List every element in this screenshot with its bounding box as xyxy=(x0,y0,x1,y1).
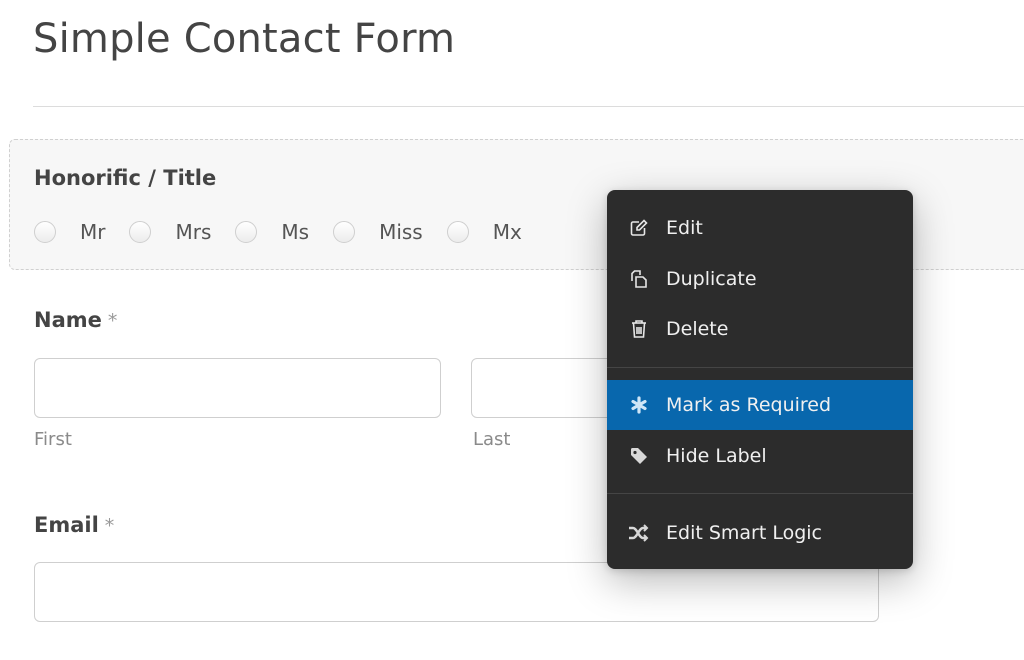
menu-item-label: Delete xyxy=(666,318,729,340)
radio-label: Miss xyxy=(379,220,423,244)
radio-label: Ms xyxy=(281,220,310,244)
menu-separator xyxy=(607,493,913,494)
required-marker: * xyxy=(107,310,118,332)
email-label: Email * xyxy=(34,513,114,537)
honorific-label: Honorific / Title xyxy=(34,166,217,190)
asterisk-icon xyxy=(627,393,651,417)
radio-button[interactable] xyxy=(446,221,469,243)
menu-item-delete[interactable]: Delete xyxy=(607,304,913,354)
menu-item-label: Hide Label xyxy=(666,445,767,467)
menu-item-edit-smart-logic[interactable]: Edit Smart Logic xyxy=(607,508,913,558)
menu-item-duplicate[interactable]: Duplicate xyxy=(607,254,913,304)
radio-button[interactable] xyxy=(235,221,258,243)
menu-item-mark-as-required[interactable]: Mark as Required xyxy=(607,380,913,430)
honorific-radio-group: Mr Mrs Ms Miss Mx xyxy=(34,220,546,244)
radio-option-mx[interactable]: Mx xyxy=(446,220,522,244)
shuffle-icon xyxy=(627,521,651,545)
trash-icon xyxy=(627,317,651,341)
first-name-input[interactable] xyxy=(34,358,441,418)
field-context-menu: Edit Duplicate Delete Mark as Required H… xyxy=(607,190,913,569)
name-label: Name * xyxy=(34,308,117,332)
email-input[interactable] xyxy=(34,562,879,622)
menu-item-hide-label[interactable]: Hide Label xyxy=(607,431,913,481)
menu-item-label: Edit Smart Logic xyxy=(666,522,823,544)
tag-icon xyxy=(627,444,651,468)
required-marker: * xyxy=(104,515,115,537)
menu-item-edit[interactable]: Edit xyxy=(607,203,913,253)
duplicate-icon xyxy=(627,267,651,291)
menu-item-label: Duplicate xyxy=(666,268,757,290)
menu-separator xyxy=(607,367,913,368)
radio-label: Mx xyxy=(492,220,522,244)
radio-button[interactable] xyxy=(333,221,356,243)
radio-option-miss[interactable]: Miss xyxy=(333,220,423,244)
first-name-sublabel: First xyxy=(34,429,72,450)
radio-option-mr[interactable]: Mr xyxy=(34,220,105,244)
radio-option-ms[interactable]: Ms xyxy=(235,220,309,244)
title-divider xyxy=(33,106,1024,107)
radio-label: Mrs xyxy=(175,220,212,244)
radio-button[interactable] xyxy=(129,221,152,243)
page-title: Simple Contact Form xyxy=(33,16,456,62)
menu-item-label: Mark as Required xyxy=(666,394,832,416)
radio-button[interactable] xyxy=(34,221,56,243)
radio-option-mrs[interactable]: Mrs xyxy=(129,220,211,244)
email-label-text: Email xyxy=(34,513,99,537)
last-name-sublabel: Last xyxy=(473,429,511,450)
edit-icon xyxy=(627,216,651,240)
radio-label: Mr xyxy=(80,220,106,244)
name-label-text: Name xyxy=(34,308,102,332)
menu-item-label: Edit xyxy=(666,217,703,239)
